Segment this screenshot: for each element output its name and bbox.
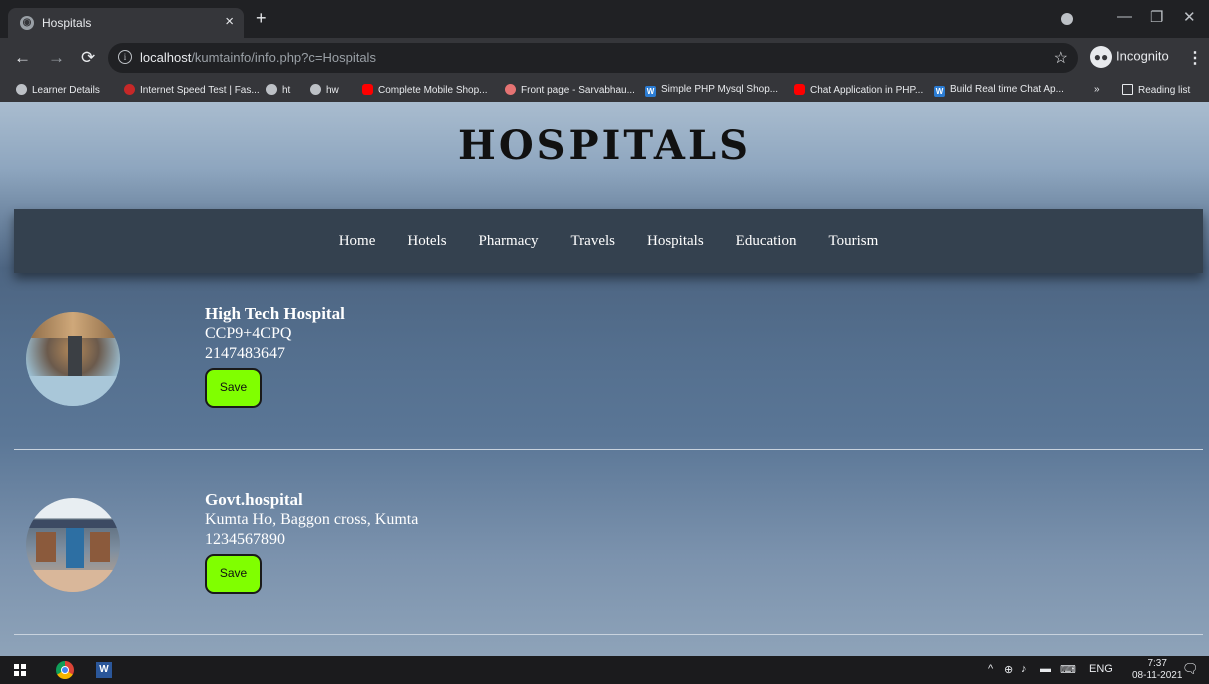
url-text: localhost/kumtainfo/info.php?c=Hospitals <box>140 50 376 65</box>
incognito-icon: ●● <box>1090 46 1112 68</box>
youtube-icon <box>794 84 805 95</box>
site-icon <box>505 84 516 95</box>
tab-title: Hospitals <box>42 16 92 30</box>
nav-tourism[interactable]: Tourism <box>828 233 878 250</box>
new-tab-button[interactable]: + <box>256 8 267 29</box>
incognito-indicator[interactable]: ●● Incognito <box>1090 46 1169 68</box>
speed-icon <box>124 84 135 95</box>
back-icon[interactable]: ← <box>14 48 31 68</box>
battery-icon[interactable]: ▬ <box>1040 663 1051 675</box>
network-icon[interactable]: ⊕ <box>1004 663 1013 676</box>
bookmark-item[interactable]: Front page - Sarvabhau... <box>505 84 635 96</box>
nav-hospitals[interactable]: Hospitals <box>647 233 704 250</box>
reading-list-button[interactable]: Reading list <box>1122 84 1190 96</box>
nav-home[interactable]: Home <box>339 233 376 250</box>
globe-icon <box>266 84 277 95</box>
notification-icon[interactable]: 🗨 <box>1182 661 1199 677</box>
bookmark-star-icon[interactable]: ☆ <box>1054 48 1068 68</box>
word-icon: W <box>645 86 656 97</box>
keyboard-icon[interactable]: ⌨ <box>1060 663 1076 676</box>
nav-pharmacy[interactable]: Pharmacy <box>479 233 539 250</box>
menu-icon[interactable]: ⋮ <box>1187 48 1203 68</box>
language-indicator[interactable]: ENG <box>1089 663 1113 675</box>
word-icon: W <box>934 86 945 97</box>
save-button[interactable]: Save <box>205 368 262 408</box>
bookmark-item[interactable]: W Simple PHP Mysql Shop... <box>645 84 778 97</box>
bookmarks-bar: Learner Details Internet Speed Test | Fa… <box>0 80 1209 102</box>
bookmark-item[interactable]: Chat Application in PHP... <box>794 84 923 96</box>
browser-tab[interactable]: ◉ Hospitals × <box>8 8 244 38</box>
bookmark-item[interactable]: W Build Real time Chat Ap... <box>934 84 1064 97</box>
bookmark-item[interactable]: Learner Details <box>16 84 100 96</box>
site-info-icon[interactable]: i <box>118 50 132 64</box>
bookmark-item[interactable]: hw <box>310 84 339 96</box>
nav-hotels[interactable]: Hotels <box>407 233 446 250</box>
nav-travels[interactable]: Travels <box>571 233 615 250</box>
minimize-icon[interactable]: — <box>1117 8 1132 25</box>
tray-chevron-icon[interactable]: ^ <box>988 663 993 675</box>
save-button[interactable]: Save <box>205 554 262 594</box>
nav-education[interactable]: Education <box>736 233 797 250</box>
chrome-taskbar-icon[interactable] <box>56 661 74 679</box>
bookmark-item[interactable]: Internet Speed Test | Fas... <box>124 84 260 96</box>
globe-icon <box>310 84 321 95</box>
hospital-address: CCP9+4CPQ <box>205 325 292 342</box>
hospital-photo <box>26 312 120 406</box>
divider <box>14 449 1203 450</box>
hospital-phone: 1234567890 <box>205 531 285 548</box>
bookmark-item[interactable]: Complete Mobile Shop... <box>362 84 488 96</box>
restore-icon[interactable]: ❐ <box>1150 8 1163 26</box>
system-clock[interactable]: 7:37 08-11-2021 <box>1132 658 1182 682</box>
reading-list-icon <box>1122 84 1133 95</box>
youtube-icon <box>362 84 373 95</box>
bookmarks-overflow[interactable]: » <box>1094 84 1100 95</box>
site-navbar: Home Hotels Pharmacy Travels Hospitals E… <box>14 209 1203 273</box>
hospital-name: Govt.hospital <box>205 490 303 509</box>
close-window-icon[interactable]: ✕ <box>1183 8 1196 26</box>
hospital-photo <box>26 498 120 592</box>
word-taskbar-icon[interactable]: W <box>96 662 112 678</box>
windows-start-icon[interactable] <box>14 664 26 676</box>
globe-icon <box>16 84 27 95</box>
address-bar[interactable]: i localhost/kumtainfo/info.php?c=Hospita… <box>108 43 1078 73</box>
windows-taskbar: W ^ ⊕ ♪ ▬ ⌨ ENG 7:37 08-11-2021 🗨 <box>0 656 1209 684</box>
forward-icon[interactable]: → <box>48 48 65 68</box>
close-tab-icon[interactable]: × <box>225 13 234 30</box>
divider <box>14 634 1203 635</box>
web-page: HOSPITALS Home Hotels Pharmacy Travels H… <box>0 102 1209 656</box>
tab-search-icon[interactable] <box>1061 13 1073 25</box>
hospital-address: Kumta Ho, Baggon cross, Kumta <box>205 511 419 528</box>
tab-strip: ◉ Hospitals × + — ❐ ✕ <box>0 0 1209 38</box>
reload-icon[interactable]: ⟳ <box>81 48 95 68</box>
browser-toolbar: ← → ⟳ i localhost/kumtainfo/info.php?c=H… <box>0 38 1209 80</box>
page-title: HOSPITALS <box>458 122 751 169</box>
hospital-phone: 2147483647 <box>205 345 285 362</box>
volume-icon[interactable]: ♪ <box>1021 663 1027 675</box>
globe-icon: ◉ <box>20 16 34 30</box>
bookmark-item[interactable]: ht <box>266 84 290 96</box>
hospital-name: High Tech Hospital <box>205 304 345 323</box>
